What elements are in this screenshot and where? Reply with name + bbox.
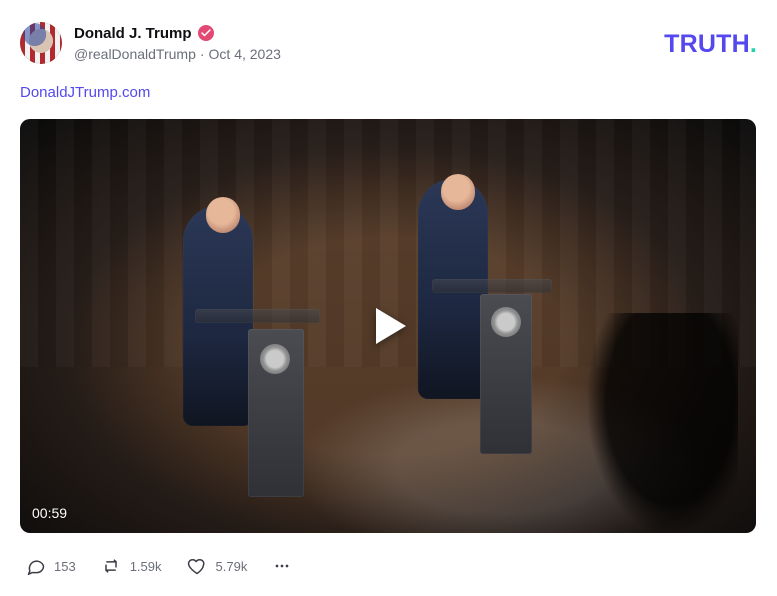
- video-player[interactable]: 00:59: [20, 119, 756, 533]
- comment-icon: [26, 556, 46, 576]
- meta-separator: ·: [199, 46, 205, 62]
- retruth-count: 1.59k: [129, 558, 162, 574]
- author-avatar[interactable]: [20, 22, 62, 64]
- truth-wordmark-dot: .: [749, 30, 757, 58]
- video-podium-left-top: [195, 309, 320, 323]
- repost-icon: [100, 556, 122, 576]
- more-button[interactable]: [271, 556, 293, 576]
- retruth-button[interactable]: 1.59k: [100, 556, 162, 576]
- post-actions: 153 1.59k 5.79k: [26, 556, 293, 576]
- author-handle-row: @realDonaldTrump · Oct 4, 2023: [74, 46, 281, 62]
- truth-wordmark: TRUTH: [664, 30, 750, 58]
- like-count: 5.79k: [215, 558, 248, 574]
- video-person-right-head: [441, 174, 475, 210]
- video-duration: 00:59: [32, 505, 68, 521]
- avatar-image: [20, 22, 62, 64]
- heart-icon: [186, 556, 208, 576]
- checkmark-icon: [200, 29, 211, 37]
- video-podium-right-top: [432, 279, 552, 293]
- play-button[interactable]: [360, 298, 416, 354]
- video-podium-right-seal: [491, 307, 521, 337]
- verified-badge-icon: [197, 25, 214, 41]
- play-icon: [376, 308, 406, 344]
- author-display-name[interactable]: Donald J. Trump: [74, 25, 192, 42]
- more-icon: [271, 556, 293, 576]
- like-button[interactable]: 5.79k: [186, 556, 248, 576]
- video-camera-operator: [588, 313, 738, 533]
- truth-logo[interactable]: TRUTH.: [664, 30, 757, 59]
- post-header: Donald J. Trump @realDonaldTrump · Oct 4…: [20, 20, 757, 66]
- post-link[interactable]: DonaldJTrump.com: [20, 84, 150, 101]
- reply-button[interactable]: 153: [26, 556, 76, 576]
- reply-count: 153: [54, 558, 76, 574]
- video-person-left-head: [206, 197, 240, 233]
- author-handle[interactable]: @realDonaldTrump: [74, 46, 196, 62]
- author-name-row: Donald J. Trump: [74, 23, 214, 43]
- post-date[interactable]: Oct 4, 2023: [209, 46, 281, 62]
- video-podium-left-seal: [260, 344, 290, 374]
